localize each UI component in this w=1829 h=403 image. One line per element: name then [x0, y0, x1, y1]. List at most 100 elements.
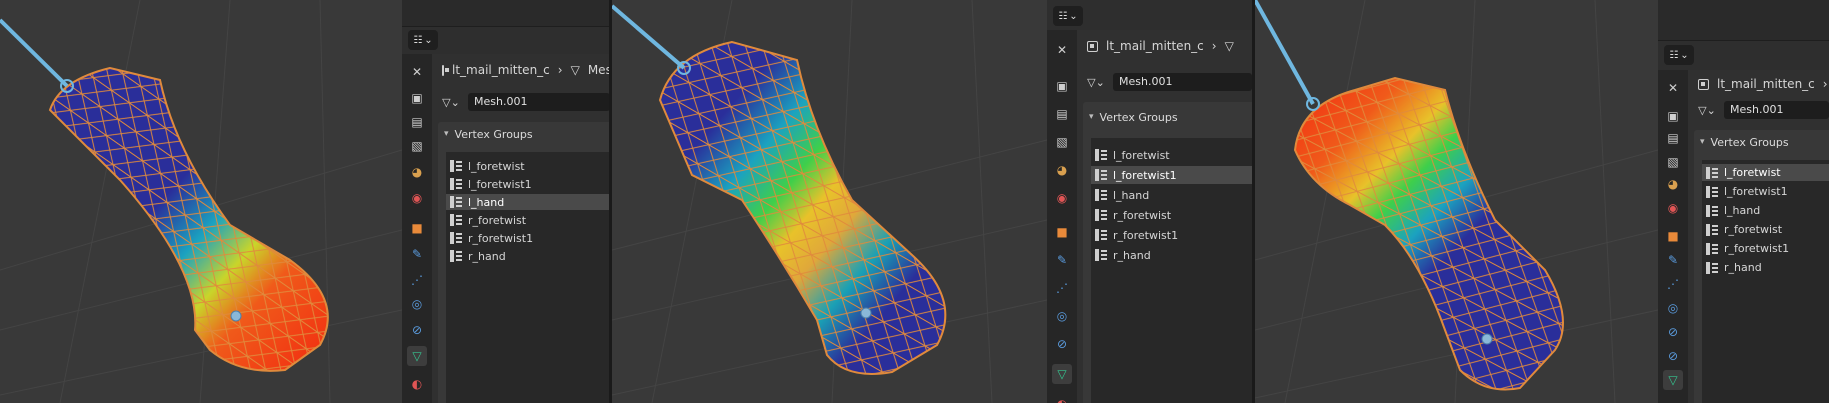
vertex-group-list[interactable]: l_foretwist l_foretwist1 l_hand r_foretw…	[1091, 138, 1252, 403]
data-icon[interactable]: ▽	[1663, 370, 1683, 390]
output-icon[interactable]: ▤	[1052, 104, 1072, 124]
properties-editor-1[interactable]: ☷ ⌄ ✕ ▣ ▤ ▧ ◕ ◉ ■ ✎ ⋰ ◎ ⊘ ▽ ◐ lt_mail_mit…	[402, 0, 610, 403]
tool-icon[interactable]: ✕	[407, 62, 427, 82]
constraints-icon[interactable]: ⊘	[1052, 334, 1072, 354]
mesh-name-field[interactable]: Mesh.001	[1113, 73, 1252, 91]
particles-icon[interactable]: ⋰	[1052, 278, 1072, 298]
data-icon[interactable]: ▽	[407, 346, 427, 366]
output-icon[interactable]: ▤	[1663, 128, 1683, 148]
particles-icon[interactable]: ⋰	[407, 270, 427, 290]
chevron-down-icon: ⌄	[1069, 10, 1078, 22]
tool-icon[interactable]: ✕	[1052, 40, 1072, 60]
world-icon[interactable]: ◉	[407, 188, 427, 208]
physics-icon[interactable]: ◎	[407, 294, 427, 314]
physics-icon[interactable]: ◎	[1663, 298, 1683, 318]
vertex-groups-header[interactable]: ▾ Vertex Groups	[1694, 130, 1829, 154]
vertex-group-item[interactable]: r_foretwist1	[446, 230, 610, 246]
material-icon[interactable]: ◐	[407, 374, 427, 394]
properties-editor-3[interactable]: ☷ ⌄ ✕ ▣ ▤ ▧ ◕ ◉ ■ ✎ ⋰ ◎ ⊘ ⊘ ▽ lt_mail_mit…	[1658, 0, 1829, 403]
mesh-browse-icon[interactable]: ▽⌄	[1083, 76, 1109, 89]
vertex-group-item[interactable]: r_foretwist1	[1091, 226, 1252, 244]
vertex-group-list[interactable]: l_foretwist l_foretwist1 l_hand r_foretw…	[1702, 160, 1829, 403]
mesh-browse-icon[interactable]: ▽⌄	[438, 96, 464, 109]
render-icon[interactable]: ▣	[1052, 76, 1072, 96]
vertex-group-item[interactable]: l_foretwist1	[1702, 183, 1829, 200]
constraints-icon[interactable]: ⊘	[1663, 322, 1683, 342]
modifier-icon[interactable]: ✎	[407, 244, 427, 264]
object-icon[interactable]: ■	[1052, 222, 1072, 242]
properties-tabbar: ✕ ▣ ▤ ▧ ◕ ◉ ■ ✎ ⋰ ◎ ⊘ ⊘ ▽	[1658, 70, 1688, 403]
world-icon[interactable]: ◉	[1663, 198, 1683, 218]
vertex-group-item[interactable]: r_hand	[1702, 259, 1829, 276]
vertex-groups-title: Vertex Groups	[1099, 110, 1178, 124]
vertex-group-item-selected[interactable]: l_foretwist1	[1091, 166, 1252, 184]
object-icon[interactable]: ■	[1663, 226, 1683, 246]
scene-icon[interactable]: ◕	[1663, 174, 1683, 194]
vertex-groups-panel: ▾ Vertex Groups l_foretwist l_foretwist1…	[1694, 130, 1829, 403]
vertex-group-item[interactable]: l_foretwist1	[446, 176, 610, 192]
physics-icon[interactable]: ◎	[1052, 306, 1072, 326]
chevron-right-icon: ›	[1211, 39, 1217, 53]
vertex-group-item[interactable]: r_hand	[446, 248, 610, 264]
chevron-down-icon: ⌄	[424, 34, 433, 46]
vertex-group-item[interactable]: r_foretwist1	[1702, 240, 1829, 257]
data-icon[interactable]: ▽	[1052, 364, 1072, 384]
editor-type-button[interactable]: ☷ ⌄	[1053, 6, 1083, 26]
vertex-groups-header[interactable]: ▾ Vertex Groups	[1083, 102, 1252, 132]
vertex-group-icon	[1095, 249, 1107, 261]
material-icon[interactable]: ◐	[1052, 394, 1072, 403]
output-icon[interactable]: ▤	[407, 112, 427, 132]
object-icon[interactable]: ■	[407, 218, 427, 238]
vertex-group-item[interactable]: r_foretwist	[446, 212, 610, 228]
vertex-group-item[interactable]: r_foretwist	[1702, 221, 1829, 238]
vertex-group-item[interactable]: r_hand	[1091, 246, 1252, 264]
properties-editor-2[interactable]: ☷⌄ ✕ ▣ ▤ ▧ ◕ ◉ ■ ✎ ⋰ ◎ ⊘ ▽ ◐ lt_mail_mit…	[1047, 0, 1252, 403]
vertex-group-item-selected[interactable]: l_foretwist	[1702, 164, 1829, 181]
mesh-name-field[interactable]: Mesh.001	[468, 93, 610, 111]
vertex-group-item[interactable]: r_foretwist	[1091, 206, 1252, 224]
mitten-mesh-2	[658, 40, 947, 375]
breadcrumb-object-name[interactable]: lt_mail_mitten_c	[1106, 39, 1204, 53]
chevron-down-icon: ⌄	[1680, 49, 1689, 61]
modifier-icon[interactable]: ✎	[1663, 250, 1683, 270]
world-icon[interactable]: ◉	[1052, 188, 1072, 208]
chevron-down-icon: ▾	[1700, 137, 1705, 147]
chevron-right-icon: ›	[557, 63, 563, 77]
vertex-group-icon	[1706, 185, 1718, 198]
tool-icon[interactable]: ✕	[1663, 78, 1683, 98]
mesh-browse-icon[interactable]: ▽⌄	[1694, 104, 1720, 117]
breadcrumb-object-name[interactable]: lt_mail_mitten_c	[452, 63, 550, 77]
vertex-group-icon	[1706, 242, 1718, 255]
object-icon	[1087, 40, 1098, 52]
vertex-group-icon	[1095, 169, 1107, 181]
viewport-3[interactable]	[1255, 0, 1658, 403]
constraints-icon[interactable]: ⊘	[407, 320, 427, 340]
viewport-2[interactable]	[612, 0, 1047, 403]
view-layer-icon[interactable]: ▧	[1663, 152, 1683, 172]
vertex-group-item[interactable]: l_foretwist	[1091, 146, 1252, 164]
view-layer-icon[interactable]: ▧	[407, 136, 427, 156]
modifier-icon[interactable]: ✎	[1052, 250, 1072, 270]
vertex-group-item-selected[interactable]: l_hand	[446, 194, 610, 210]
vertex-groups-header[interactable]: ▾ Vertex Groups	[438, 122, 610, 146]
mesh-name-field[interactable]: Mesh.001	[1724, 101, 1829, 119]
vertex-group-item[interactable]: l_hand	[1702, 202, 1829, 219]
vertex-group-item[interactable]: l_foretwist	[446, 158, 610, 174]
vertex-group-list[interactable]: l_foretwist l_foretwist1 l_hand r_foretw…	[446, 152, 610, 403]
breadcrumb-mesh-name[interactable]: Mes	[588, 63, 610, 77]
scene-icon[interactable]: ◕	[1052, 160, 1072, 180]
vertex-group-item[interactable]: l_hand	[1091, 186, 1252, 204]
view-layer-icon[interactable]: ▧	[1052, 132, 1072, 152]
editor-type-button[interactable]: ☷ ⌄	[1664, 45, 1694, 65]
bone-3	[1255, 0, 1315, 105]
constraints-icon[interactable]: ⊘	[1663, 346, 1683, 366]
render-icon[interactable]: ▣	[1663, 106, 1683, 126]
scene-icon[interactable]: ◕	[407, 162, 427, 182]
breadcrumb-object-name[interactable]: lt_mail_mitten_c	[1717, 77, 1815, 91]
editor-type-button[interactable]: ☷ ⌄	[408, 30, 438, 50]
render-icon[interactable]: ▣	[407, 88, 427, 108]
viewport-1[interactable]	[0, 0, 402, 403]
vertex-groups-title: Vertex Groups	[1710, 135, 1789, 149]
viewport-2-canvas	[612, 0, 1047, 403]
particles-icon[interactable]: ⋰	[1663, 274, 1683, 294]
